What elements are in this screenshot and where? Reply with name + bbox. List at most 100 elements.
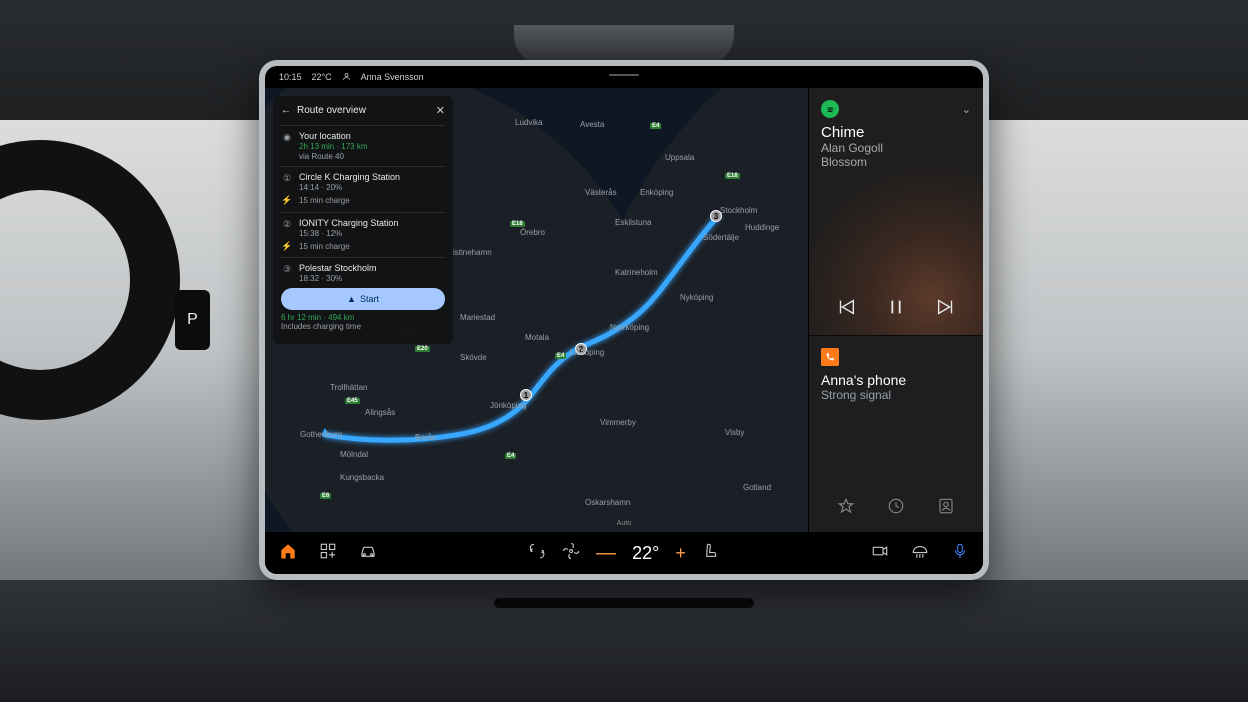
stop-title: Your location [299,131,445,141]
city-label: Jönköping [490,401,526,410]
cabin-temp[interactable]: 22° [632,543,659,564]
highway-badge: E6 [320,493,331,499]
chevron-down-icon[interactable]: ⌄ [962,103,971,116]
favorites-icon[interactable] [837,497,855,520]
previous-track-icon[interactable] [835,296,857,323]
phone-name: Anna's phone [821,372,971,388]
drag-handle[interactable] [609,74,639,76]
map[interactable]: ▲ 1 2 3 Ludvika Avesta Uppsala Västerås … [265,88,808,532]
center-display: 10:15 22°C Anna Svensson ▲ 1 2 3 Ludvika… [259,60,989,580]
route-overview-panel: ← Route overview ✕ ◉ Your location 2h 13… [273,96,453,344]
defrost-icon[interactable] [911,542,929,565]
back-arrow-icon[interactable]: ← [281,105,291,116]
city-label: Linköping [570,348,604,357]
city-label: Mariestad [460,313,495,322]
home-icon[interactable] [279,542,297,565]
city-label: Vimmerby [600,418,636,427]
recents-icon[interactable] [887,497,905,520]
highway-badge: E45 [345,398,360,404]
screen: 10:15 22°C Anna Svensson ▲ 1 2 3 Ludvika… [265,66,983,574]
apps-icon[interactable] [319,542,337,565]
city-label: Alingsås [365,408,395,417]
camera-icon[interactable] [871,542,889,565]
city-label: Enköping [640,188,673,197]
highway-badge: E4 [555,353,566,359]
location-dot-icon: ◉ [281,131,293,144]
phone-signal: Strong signal [821,388,971,402]
highway-badge: E20 [415,346,430,352]
step-number-icon: ③ [281,263,293,276]
city-label: Norrköping [610,323,649,332]
stop-eta: 2h 13 min · 173 km [299,142,445,151]
charge-duration: 15 min charge [299,242,350,251]
stop-meta: 14:14 · 20% [299,183,445,192]
city-label: Ludvika [515,118,543,127]
close-icon[interactable]: ✕ [436,104,445,117]
city-label: Kungsbacka [340,473,384,482]
stop-via: via Route 40 [299,152,445,161]
city-label: Gotland [743,483,771,492]
seat-icon[interactable] [702,542,720,565]
highway-badge: E18 [510,221,525,227]
start-navigation-button[interactable]: ▲ Start [281,288,445,310]
city-label: Eskilstuna [615,218,651,227]
contacts-icon[interactable] [937,497,955,520]
city-label: Trollhättan [330,383,368,392]
city-label: Södertälje [703,233,739,242]
outside-temp: 22°C [312,72,332,82]
phone-card[interactable]: Anna's phone Strong signal [809,336,983,532]
city-label: Visby [725,428,744,437]
city-label: Uppsala [665,153,694,162]
city-label: Gothenburg [300,430,342,439]
speaker-grille [514,25,734,65]
city-label: Motala [525,333,549,342]
route-panel-title: Route overview [297,105,366,116]
highway-badge: E4 [505,453,516,459]
city-label: Örebro [520,228,545,237]
bolt-icon: ⚡ [281,194,293,207]
track-title: Chime [821,124,971,141]
next-track-icon[interactable] [935,296,957,323]
car-icon[interactable] [359,542,377,565]
gear-paddle: P [175,290,210,350]
highway-badge: E4 [650,123,661,129]
spotify-icon[interactable] [821,100,839,118]
fan-icon[interactable] [562,542,580,565]
city-label: Stockholm [720,206,757,215]
city-label: Västerås [585,188,617,197]
temp-down-button[interactable]: — [596,542,616,565]
highway-badge: E18 [725,173,740,179]
user-name[interactable]: Anna Svensson [361,72,424,82]
track-artist: Alan Gogoll [821,141,971,155]
charge-duration: 15 min charge [299,196,350,205]
steering-wheel [0,140,180,420]
navigation-arrow-icon: ▲ [347,294,356,304]
stop-title[interactable]: Polestar Stockholm [299,263,445,273]
city-label: Huddinge [745,223,779,232]
clock: 10:15 [279,72,302,82]
track-album: Blossom [821,155,971,169]
bolt-icon: ⚡ [281,240,293,253]
waypoint-1[interactable]: 1 [520,389,532,401]
stop-title[interactable]: IONITY Charging Station [299,218,445,228]
step-number-icon: ① [281,172,293,185]
trip-note: Includes charging time [281,322,445,331]
temp-up-button[interactable]: + [675,543,686,564]
phone-app-icon[interactable] [821,348,839,366]
recirculate-icon[interactable] [528,542,546,565]
city-label: Katrineholm [615,268,658,277]
city-label: Mölndal [340,450,368,459]
dock: Auto — 22° + [265,532,983,574]
climate-mode-label: Auto [617,520,631,527]
vent-slot [494,598,754,608]
trip-duration: 6 hr 12 min · 494 km [281,313,445,322]
city-label: Avesta [580,120,604,129]
pause-icon[interactable] [885,296,907,323]
step-number-icon: ② [281,218,293,231]
stop-meta: 15:38 · 12% [299,229,445,238]
stop-title[interactable]: Circle K Charging Station [299,172,445,182]
media-card[interactable]: ⌄ Chime Alan Gogoll Blossom [809,88,983,336]
status-bar: 10:15 22°C Anna Svensson [265,66,983,88]
voice-assistant-icon[interactable] [951,542,969,565]
right-column: ⌄ Chime Alan Gogoll Blossom Anna's phone… [808,88,983,532]
